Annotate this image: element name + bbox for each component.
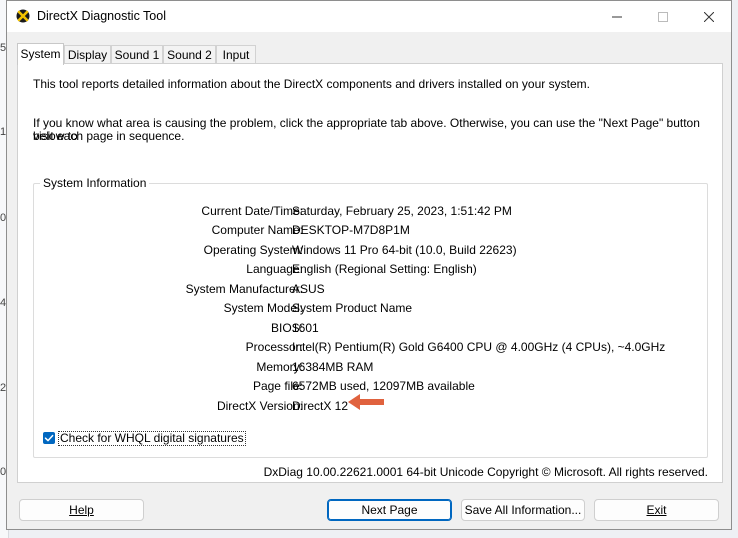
exit-button-label: Exit [646,503,667,517]
tab-display[interactable]: Display [64,45,111,63]
intro-text: This tool reports detailed information a… [33,77,590,91]
info-value: English (Regional Setting: English) [292,262,477,276]
info-label: Operating System: [203,243,303,257]
info-value: Intel(R) Pentium(R) Gold G6400 CPU @ 4.0… [292,340,666,354]
minimize-button[interactable] [594,1,640,32]
info-row-system-manufacturer: System Manufacturer: ASUS [34,282,707,300]
info-row-bios: BIOS: 1601 [34,321,707,339]
maximize-button[interactable] [640,1,686,32]
whql-checkbox[interactable] [43,432,55,444]
help-button-label: Help [69,503,94,517]
info-value: System Product Name [292,301,413,315]
dxdiag-window: DirectX Diagnostic Tool System Display S… [6,0,732,530]
info-label: System Manufacturer: [185,282,303,296]
info-row-date-time: Current Date/Time: Saturday, February 25… [34,204,707,222]
tab-system[interactable]: System [17,43,64,65]
checkmark-icon [44,434,54,442]
info-row-system-model: System Model: System Product Name [34,301,707,319]
system-tab-panel: This tool reports detailed information a… [17,63,723,483]
info-row-processor: Processor: Intel(R) Pentium(R) Gold G640… [34,340,707,358]
tab-sound-2[interactable]: Sound 2 [163,45,216,63]
info-label: DirectX Version: [216,399,303,413]
info-label: Current Date/Time: [201,204,303,218]
whql-checkbox-label[interactable]: Check for WHQL digital signatures [58,431,246,446]
info-value: Saturday, February 25, 2023, 1:51:42 PM [292,204,512,218]
info-value: ASUS [292,282,325,296]
tab-input[interactable]: Input [216,45,256,63]
save-all-button-label: Save All Information... [464,503,582,517]
red-arrow-annotation-icon [346,392,386,415]
exit-button[interactable]: Exit [594,499,719,521]
info-value: DirectX 12 [292,399,349,413]
info-value: 6572MB used, 12097MB available [292,379,475,393]
window-title: DirectX Diagnostic Tool [37,9,166,23]
help-button[interactable]: Help [19,499,144,521]
next-page-button[interactable]: Next Page [327,499,452,521]
info-value: 1601 [292,321,319,335]
info-row-memory: Memory: 16384MB RAM [34,360,707,378]
directx-app-icon [16,9,30,23]
info-value: 16384MB RAM [292,360,374,374]
info-row-language: Language: English (Regional Setting: Eng… [34,262,707,280]
intro-instructions-continued: visit each page in sequence. [33,129,185,143]
next-page-button-label: Next Page [361,503,418,517]
close-button[interactable] [686,1,732,32]
group-title: System Information [40,176,150,190]
save-all-information-button[interactable]: Save All Information... [461,499,585,521]
info-row-computer-name: Computer Name: DESKTOP-M7D8P1M [34,223,707,241]
info-label: Computer Name: [211,223,303,237]
info-value: DESKTOP-M7D8P1M [292,223,410,237]
title-bar[interactable]: DirectX Diagnostic Tool [7,1,731,32]
tab-sound-1[interactable]: Sound 1 [111,45,163,63]
info-row-operating-system: Operating System: Windows 11 Pro 64-bit … [34,243,707,261]
system-information-group: System Information Current Date/Time: Sa… [33,176,708,458]
info-value: Windows 11 Pro 64-bit (10.0, Build 22623… [292,243,517,257]
version-copyright-text: DxDiag 10.00.22621.0001 64-bit Unicode C… [263,465,708,479]
